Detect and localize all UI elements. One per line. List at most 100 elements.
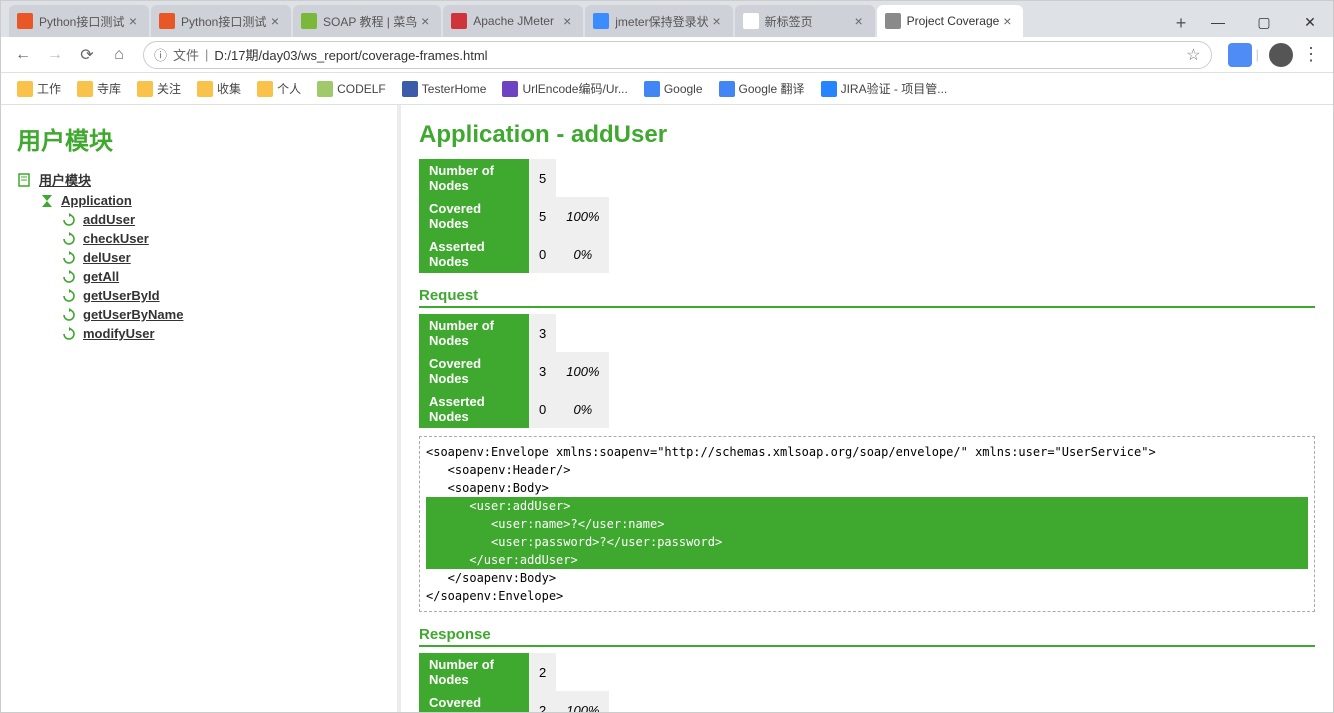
tab-title: SOAP 教程 | 菜鸟 xyxy=(323,13,417,30)
tab-close-icon[interactable]: × xyxy=(709,13,725,29)
stats-row: Number of Nodes5 xyxy=(419,159,609,197)
tree-method: modifyUser xyxy=(61,324,381,343)
response-stats-table: Number of Nodes2Covered Nodes2100%Assert… xyxy=(419,653,609,712)
request-heading: Request xyxy=(419,287,1315,308)
tree-method-link[interactable]: checkUser xyxy=(83,231,149,246)
tab-close-icon[interactable]: × xyxy=(999,13,1015,29)
page-title: Application - addUser xyxy=(419,121,1315,149)
bookmark-label: UrlEncode编码/Ur... xyxy=(522,80,627,97)
maximize-button[interactable]: ▢ xyxy=(1241,7,1287,37)
browser-tab[interactable]: SOAP 教程 | 菜鸟× xyxy=(293,5,441,37)
tree-method-link[interactable]: getUserByName xyxy=(83,307,183,322)
stats-percent: 100% xyxy=(556,197,609,235)
bookmark-item[interactable]: Google xyxy=(638,77,709,101)
browser-tab[interactable]: Python接口测试× xyxy=(151,5,291,37)
extension-icon[interactable] xyxy=(1228,43,1252,67)
tree-app-link[interactable]: Application xyxy=(61,193,132,208)
bookmark-item[interactable]: 关注 xyxy=(131,76,187,101)
bookmark-label: CODELF xyxy=(337,82,386,96)
xml-text: <soapenv:Envelope xmlns:soapenv="http://… xyxy=(426,445,1156,495)
sidebar-title: 用户模块 xyxy=(17,121,381,156)
tree-method: getUserByName xyxy=(61,305,381,324)
bookmark-icon xyxy=(257,81,273,97)
bookmark-icon xyxy=(502,81,518,97)
home-button[interactable]: ⌂ xyxy=(105,41,133,69)
response-heading: Response xyxy=(419,626,1315,647)
stats-percent: 100% xyxy=(556,691,609,712)
browser-tab[interactable]: 新标签页× xyxy=(735,5,875,37)
tab-close-icon[interactable]: × xyxy=(417,13,433,29)
bookmark-item[interactable]: 收集 xyxy=(191,76,247,101)
browser-tab[interactable]: Python接口测试× xyxy=(9,5,149,37)
stats-label: Covered Nodes xyxy=(419,197,529,235)
new-tab-button[interactable]: + xyxy=(1167,9,1195,37)
browser-tab[interactable]: jmeter保持登录状× xyxy=(585,5,732,37)
info-icon: ⓘ xyxy=(154,45,167,64)
bookmarks-bar: 工作寺库关注收集 个人 CODELF TesterHome UrlEncode编码/Ur… xyxy=(1,73,1333,105)
browser-tab[interactable]: Project Coverage× xyxy=(877,5,1024,37)
bookmark-item[interactable]: 寺库 xyxy=(71,76,127,101)
tree-method-link[interactable]: getAll xyxy=(83,269,119,284)
tab-title: Python接口测试 xyxy=(39,13,125,30)
stats-value: 5 xyxy=(529,159,556,197)
bookmark-label: 个人 xyxy=(277,80,301,97)
url-text: D:/17期/day03/ws_report/coverage-frames.h… xyxy=(214,45,1186,64)
tree-root: 用户模块 xyxy=(17,168,381,191)
bookmark-item[interactable]: 工作 xyxy=(11,76,67,101)
stats-row: Covered Nodes2100% xyxy=(419,691,609,712)
stats-row: Number of Nodes3 xyxy=(419,314,609,352)
cycle-icon xyxy=(61,270,77,284)
tree-method-link[interactable]: delUser xyxy=(83,250,131,265)
tab-title: 新标签页 xyxy=(765,13,851,30)
tab-close-icon[interactable]: × xyxy=(559,13,575,29)
tab-title: Apache JMeter xyxy=(473,14,559,28)
bookmark-item[interactable]: UrlEncode编码/Ur... xyxy=(496,76,633,101)
favicon xyxy=(885,13,901,29)
tree-method-link[interactable]: getUserById xyxy=(83,288,160,303)
tab-title: Project Coverage xyxy=(907,14,1000,28)
main-panel: Application - addUser Number of Nodes5Co… xyxy=(401,105,1333,712)
window-controls: — ▢ ✕ xyxy=(1195,7,1333,37)
stats-value: 3 xyxy=(529,314,556,352)
tree-method-link[interactable]: addUser xyxy=(83,212,135,227)
forward-button: → xyxy=(41,41,69,69)
tab-close-icon[interactable]: × xyxy=(125,13,141,29)
bookmark-item[interactable]: CODELF xyxy=(311,77,392,101)
stats-value: 2 xyxy=(529,653,556,691)
minimize-button[interactable]: — xyxy=(1195,7,1241,37)
stats-row: Number of Nodes2 xyxy=(419,653,609,691)
bookmark-item[interactable]: 个人 xyxy=(251,76,307,101)
tab-title: jmeter保持登录状 xyxy=(615,13,708,30)
browser-tab[interactable]: Apache JMeter× xyxy=(443,5,583,37)
cycle-icon xyxy=(61,251,77,265)
favicon xyxy=(593,13,609,29)
profile-avatar[interactable] xyxy=(1269,43,1293,67)
toolbar: ← → ⟳ ⌂ ⓘ 文件 | D:/17期/day03/ws_report/co… xyxy=(1,37,1333,73)
bookmark-icon xyxy=(17,81,33,97)
address-bar[interactable]: ⓘ 文件 | D:/17期/day03/ws_report/coverage-f… xyxy=(143,41,1212,69)
doc-icon xyxy=(17,173,33,187)
stats-row: Covered Nodes5100% xyxy=(419,197,609,235)
stats-label: Covered Nodes xyxy=(419,352,529,390)
close-button[interactable]: ✕ xyxy=(1287,7,1333,37)
back-button[interactable]: ← xyxy=(9,41,37,69)
tab-close-icon[interactable]: × xyxy=(267,13,283,29)
reload-button[interactable]: ⟳ xyxy=(73,41,101,69)
overall-stats-table: Number of Nodes5Covered Nodes5100%Assert… xyxy=(419,159,609,273)
menu-button[interactable]: ⋮ xyxy=(1297,44,1325,65)
favicon xyxy=(159,13,175,29)
stats-value: 2 xyxy=(529,691,556,712)
tab-close-icon[interactable]: × xyxy=(851,13,867,29)
tree-method-link[interactable]: modifyUser xyxy=(83,326,155,341)
bookmark-item[interactable]: TesterHome xyxy=(396,77,493,101)
bookmark-star-icon[interactable]: ☆ xyxy=(1186,45,1200,65)
hourglass-icon xyxy=(39,194,55,208)
file-label: 文件 xyxy=(173,45,199,64)
bookmark-item[interactable]: JIRA验证 - 项目管... xyxy=(815,76,954,101)
tree-root-link[interactable]: 用户模块 xyxy=(39,170,91,189)
cycle-icon xyxy=(61,213,77,227)
favicon xyxy=(301,13,317,29)
stats-value: 5 xyxy=(529,197,556,235)
bookmark-icon xyxy=(719,81,735,97)
bookmark-item[interactable]: Google 翻译 xyxy=(713,76,811,101)
